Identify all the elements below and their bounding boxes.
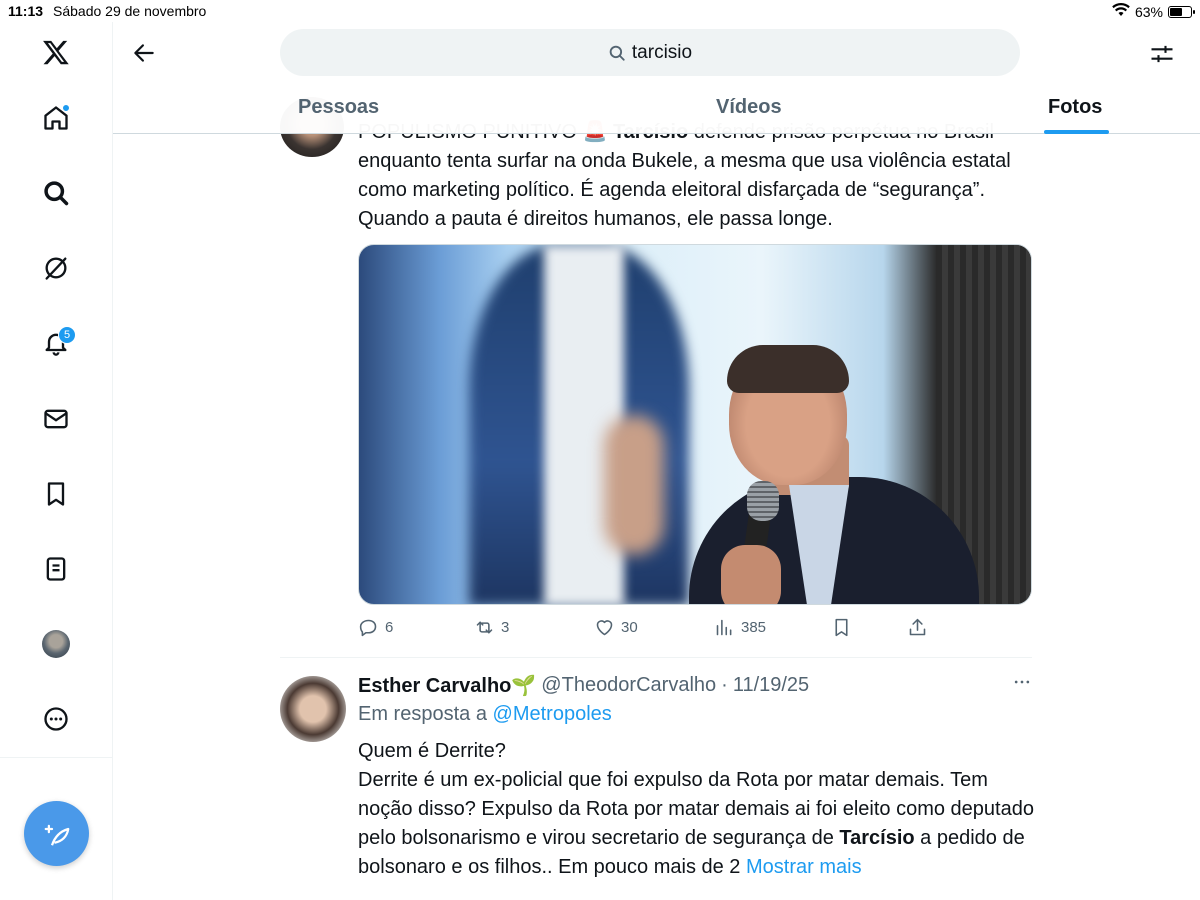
heart-icon: [596, 620, 613, 636]
compose-feather-icon: [44, 824, 69, 846]
arrow-left-icon: [134, 44, 154, 62]
analytics-icon: [716, 619, 732, 636]
bookmark-button[interactable]: [831, 617, 852, 638]
sidebar-item-profile[interactable]: [36, 624, 76, 664]
bookmark-icon: [47, 482, 65, 506]
bookmark-icon: [835, 618, 848, 637]
search-icon: [609, 45, 625, 61]
mail-icon: [44, 409, 68, 429]
sidebar-item-more[interactable]: [36, 699, 76, 739]
sidebar-item-notifications[interactable]: 5: [36, 323, 76, 363]
sidebar-divider: [0, 757, 113, 758]
tweet2-avatar[interactable]: [280, 676, 346, 742]
tab-fotos[interactable]: Fotos: [1048, 96, 1102, 119]
tweet2-date[interactable]: 11/19/25: [733, 674, 809, 697]
tweet1-actions: 6 3 30 385: [358, 615, 1032, 643]
tweet1-text: POPULISMO PUNITIVO 🚨 Tarcísio defende pr…: [358, 118, 1038, 234]
tab-videos[interactable]: Vídeos: [716, 96, 782, 119]
like-count: 30: [621, 619, 638, 636]
compose-button[interactable]: [24, 801, 89, 866]
reply-prefix: Em resposta a: [358, 703, 493, 725]
x-logo-icon[interactable]: [36, 32, 76, 72]
share-icon: [909, 618, 926, 636]
status-date: Sábado 29 de novembro: [53, 3, 207, 19]
reply-count: 6: [385, 619, 394, 636]
more-circle-icon: [44, 707, 68, 731]
tweet2-header: Esther Carvalho🌱 @TheodorCarvalho · 11/1…: [358, 673, 809, 698]
views-button[interactable]: 385: [714, 617, 766, 638]
tweet1-text-rest: enquanto tenta surfar na onda Bukele, a …: [358, 150, 1011, 230]
photo-hair: [727, 345, 849, 393]
sliders-icon: [1151, 45, 1173, 63]
tweet-divider: [280, 657, 1032, 658]
sidebar-item-lists[interactable]: [36, 549, 76, 589]
sidebar: 5: [0, 22, 113, 900]
back-button[interactable]: [127, 36, 161, 70]
search-icon: [44, 181, 69, 206]
show-more-link[interactable]: Mostrar mais: [746, 856, 862, 878]
wifi-icon: [1112, 2, 1130, 20]
photo-microphone-head: [747, 481, 779, 521]
sidebar-item-messages[interactable]: [36, 399, 76, 439]
more-horizontal-icon: [1014, 680, 1030, 684]
tweet2-separator: ·: [721, 674, 728, 696]
avatar: [42, 630, 70, 658]
tweet1-photo[interactable]: [358, 244, 1032, 605]
repost-icon: [476, 621, 493, 634]
reply-to-link[interactable]: @Metropoles: [493, 703, 612, 725]
search-query: tarcisio: [631, 41, 693, 63]
sidebar-item-grok[interactable]: [36, 248, 76, 288]
search-filter-button[interactable]: [1148, 40, 1176, 68]
tweet2-author-name[interactable]: Esther Carvalho🌱: [358, 673, 536, 698]
grok-icon: [45, 257, 67, 280]
notifications-badge: 5: [58, 326, 76, 344]
home-unread-dot: [62, 104, 70, 112]
photo-hand: [721, 545, 781, 604]
search-input[interactable]: tarcisio: [280, 29, 1020, 76]
tweet2-handle[interactable]: @TheodorCarvalho: [541, 674, 716, 697]
repost-count: 3: [501, 619, 510, 636]
status-bar: 11:13 Sábado 29 de novembro 63%: [0, 0, 1200, 22]
battery-icon: [1168, 5, 1195, 18]
tweet2-text: Quem é Derrite? Derrite é um ex-policial …: [358, 737, 1038, 882]
search-tabs: Pessoas Vídeos Fotos: [113, 84, 1200, 134]
sidebar-item-bookmarks[interactable]: [36, 474, 76, 514]
search-header: tarcisio Pessoas Vídeos Fotos: [113, 22, 1200, 134]
tweet2-reply-context: Em resposta a @Metropoles: [358, 703, 612, 726]
status-right: 63%: [1112, 2, 1195, 20]
reply-icon: [359, 619, 377, 637]
tweet2-text-highlight: Tarcísio: [839, 827, 915, 849]
repost-button[interactable]: 3: [474, 617, 509, 638]
list-icon: [46, 557, 66, 581]
battery-percent: 63%: [1134, 3, 1163, 20]
views-count: 385: [741, 619, 767, 636]
tweet2-more-button[interactable]: [1010, 672, 1034, 696]
share-button[interactable]: [907, 617, 928, 638]
photo-bg-hand: [604, 415, 664, 555]
reply-button[interactable]: 6: [358, 617, 393, 638]
sidebar-item-home[interactable]: [36, 98, 76, 138]
status-time: 11:13: [8, 3, 44, 19]
battery-fill: [1170, 7, 1182, 16]
sidebar-item-explore[interactable]: [36, 173, 76, 213]
tab-pessoas[interactable]: Pessoas: [298, 96, 379, 119]
active-tab-indicator: [1044, 130, 1109, 134]
like-button[interactable]: 30: [594, 617, 638, 638]
